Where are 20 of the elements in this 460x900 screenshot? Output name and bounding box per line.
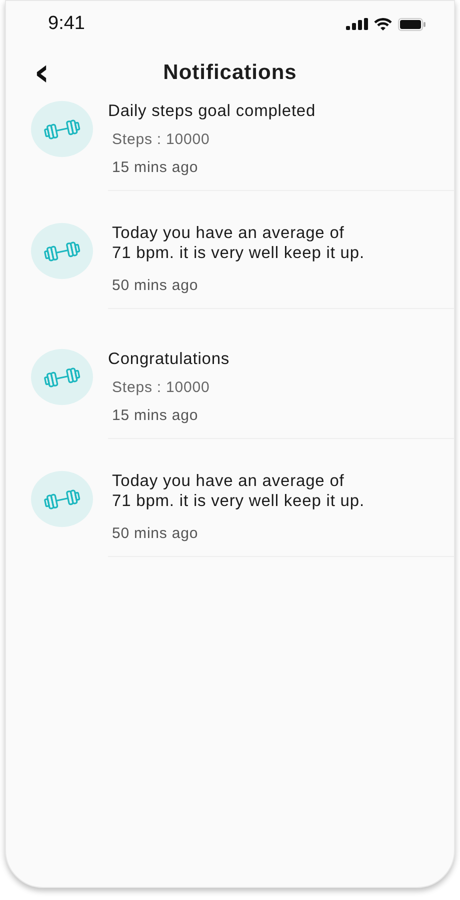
page-title: Notifications (163, 61, 297, 85)
back-button[interactable]: ‹ (30, 55, 54, 89)
battery-icon (398, 18, 426, 30)
notification-title: Today you have an average of 71 bpm. it is very well keep it up. (112, 471, 364, 511)
status-time: 9:41 (48, 13, 85, 35)
notification-time: 15 mins ago (112, 407, 198, 424)
dumbbell-icon (43, 118, 81, 140)
wifi-icon (374, 18, 392, 30)
notification-title: Today you have an average of 71 bpm. it is very well keep it up. (112, 223, 364, 263)
dumbbell-icon (43, 366, 81, 388)
notification-detail: Steps : 10000 (112, 379, 210, 396)
notification-detail: Steps : 10000 (112, 131, 210, 148)
dumbbell-icon (43, 240, 81, 262)
notification-time: 50 mins ago (112, 277, 198, 294)
notification-title: Congratulations (108, 349, 230, 369)
notification-time: 50 mins ago (112, 525, 198, 542)
dumbbell-icon (43, 488, 81, 510)
notification-title: Daily steps goal completed (108, 101, 316, 121)
signal-icon (346, 18, 368, 30)
notification-time: 15 mins ago (112, 159, 198, 176)
